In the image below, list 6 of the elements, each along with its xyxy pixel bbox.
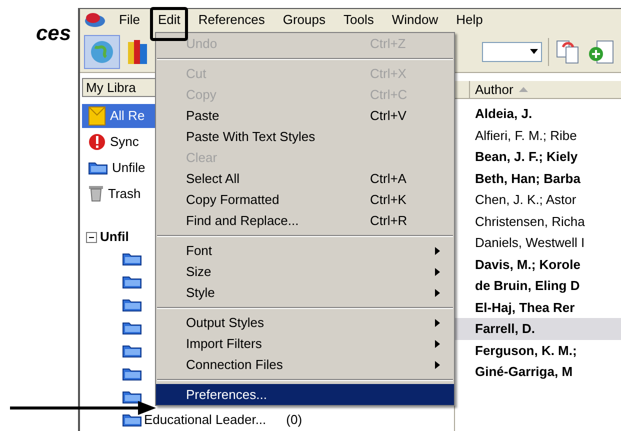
shortcut-text: Ctrl+R <box>370 212 408 230</box>
shortcut-text: Ctrl+K <box>370 190 408 209</box>
shortcut-text: Ctrl+A <box>370 170 408 188</box>
count-text: (0) <box>286 410 302 429</box>
heading-text: ces <box>36 22 72 45</box>
shortcut-text: Ctrl+V <box>370 106 408 125</box>
